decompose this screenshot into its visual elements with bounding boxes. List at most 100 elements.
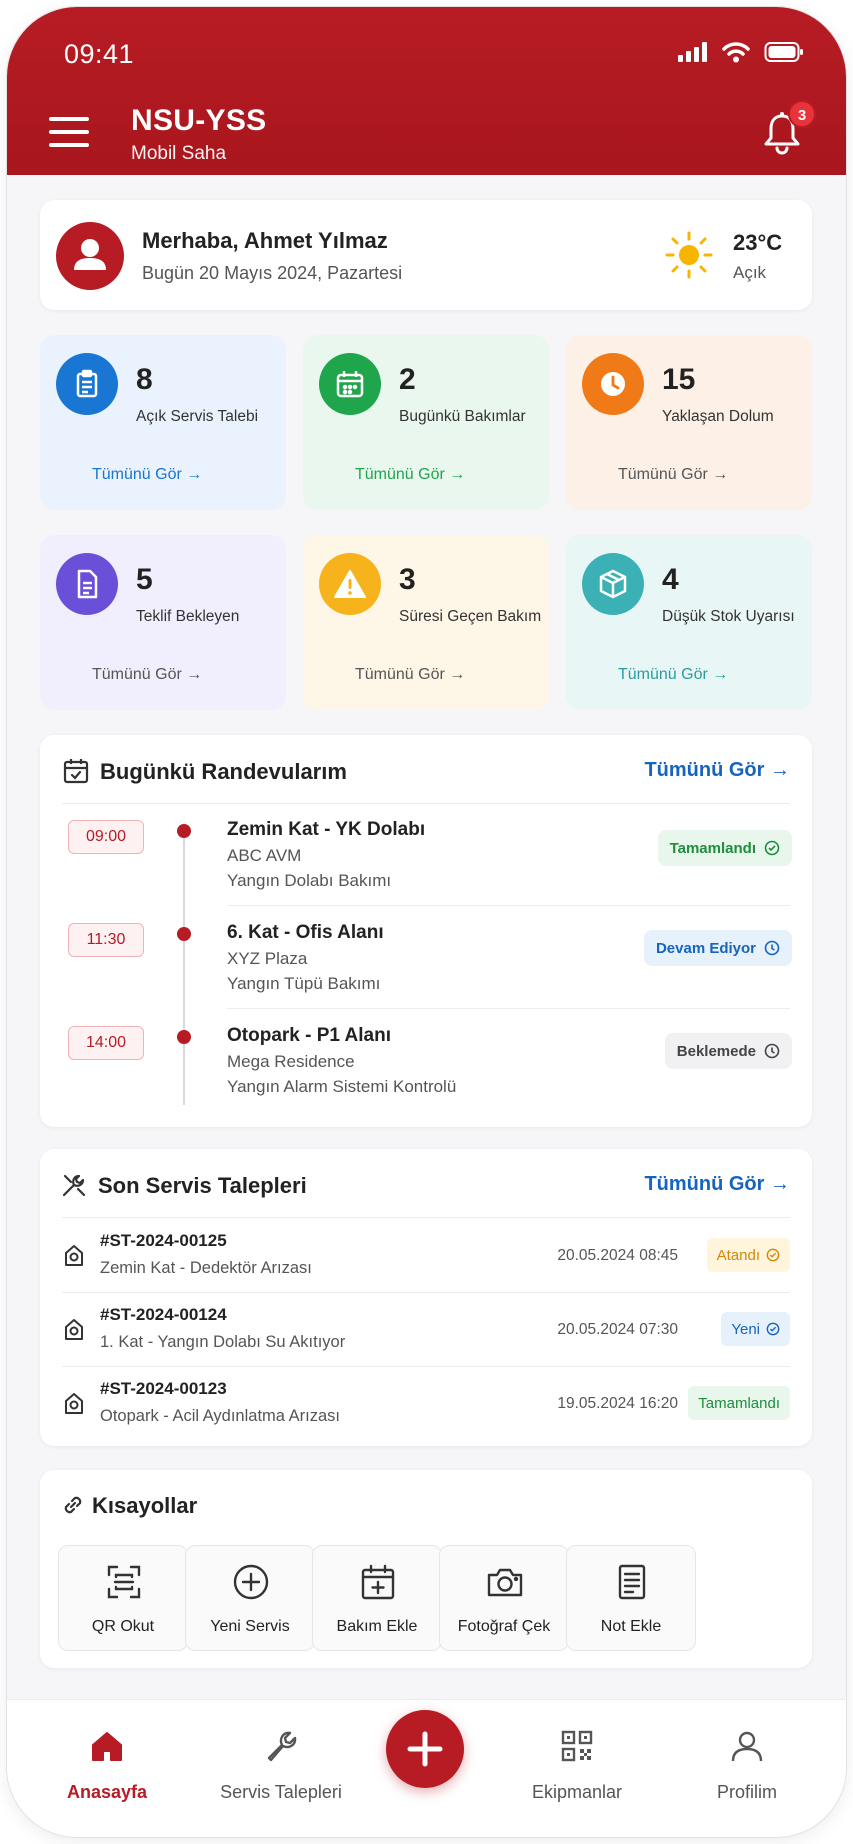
signal-icon <box>678 42 707 62</box>
warning-icon <box>334 570 366 598</box>
timeline-line <box>183 825 185 1105</box>
stat-value: 4 <box>662 563 679 596</box>
request-desc: 1. Kat - Yangın Dolabı Su Akıtıyor <box>100 1333 346 1351</box>
clipboard-icon <box>76 369 98 398</box>
stat-card-low-stock[interactable]: 4 Düşük Stok Uyarısı Tümünü Gör → <box>566 535 812 710</box>
shortcut-label: Bakım Ekle <box>336 1618 418 1635</box>
shortcut-add-maintenance[interactable]: Bakım Ekle <box>312 1545 442 1651</box>
qr-code-icon <box>561 1730 593 1762</box>
app-title: NSU-YSS <box>131 104 267 137</box>
shortcut-take-photo[interactable]: Fotoğraf Çek <box>439 1545 569 1651</box>
user-icon <box>731 1731 763 1762</box>
divider <box>227 905 790 906</box>
status-badge: Devam Ediyor <box>643 930 792 966</box>
tab-profile[interactable]: Profilim <box>672 1726 822 1810</box>
user-icon <box>74 239 106 270</box>
appointment-place: Mega Residence <box>227 1052 355 1071</box>
request-date: 19.05.2024 16:20 <box>557 1395 678 1412</box>
tab-home[interactable]: Anasayfa <box>32 1726 182 1810</box>
stat-icon-bg <box>319 353 381 415</box>
appointment-type: Yangın Alarm Sistemi Kontrolü <box>227 1077 457 1096</box>
stat-card-pending-offers[interactable]: 5 Teklif Bekleyen Tümünü Gör → <box>40 535 286 710</box>
shortcuts-title: Kısayollar <box>92 1493 198 1518</box>
status-icons <box>678 41 804 63</box>
stat-label: Yaklaşan Dolum <box>662 408 774 425</box>
timeline-dot <box>177 824 191 838</box>
appointment-title[interactable]: Otopark - P1 Alanı <box>227 1025 391 1047</box>
greeting-date: Bugün 20 Mayıs 2024, Pazartesi <box>142 263 403 283</box>
stat-card-upcoming-refill[interactable]: 15 Yaklaşan Dolum Tümünü Gör → <box>566 335 812 510</box>
appointment-time: 14:00 <box>68 1026 144 1060</box>
shortcut-label: Fotoğraf Çek <box>457 1618 551 1635</box>
check-circle-icon <box>766 1248 780 1262</box>
check-circle-icon <box>764 840 780 856</box>
status-badge: Tamamlandı <box>657 830 792 866</box>
stat-card-todays-maintenance[interactable]: 2 Bugünkü Bakımlar Tümünü Gör → <box>303 335 549 510</box>
tools-icon <box>62 1174 86 1197</box>
calendar-plus-icon <box>361 1564 395 1600</box>
app-subtitle: Mobil Saha <box>131 143 227 164</box>
app-header: 09:41 NSU-YSS Mobil Saha 3 <box>7 7 846 175</box>
tab-label: Servis Talepleri <box>220 1782 342 1802</box>
status-time: 09:41 <box>64 39 135 69</box>
notification-badge: 3 <box>788 100 816 128</box>
shortcut-qr-scan[interactable]: QR Okut <box>58 1545 188 1651</box>
appointment-type: Yangın Tüpü Bakımı <box>227 974 381 993</box>
stat-value: 8 <box>136 363 153 396</box>
request-desc: Otopark - Acil Aydınlatma Arızası <box>100 1407 340 1425</box>
plus-icon <box>407 1731 443 1767</box>
see-all-link[interactable]: Tümünü Gör → <box>355 666 465 684</box>
status-label: Atandı <box>716 1246 760 1264</box>
status-badge: Yeni <box>721 1312 790 1346</box>
status-badge: Atandı <box>706 1238 790 1272</box>
appointments-see-all[interactable]: Tümünü Gör → <box>644 759 790 782</box>
appointment-title[interactable]: Zemin Kat - YK Dolabı <box>227 819 425 841</box>
see-all-link[interactable]: Tümünü Gör → <box>355 466 465 484</box>
service-request-icon <box>65 1393 83 1414</box>
stat-icon-bg <box>56 553 118 615</box>
timeline-dot <box>177 927 191 941</box>
request-id: #ST-2024-00125 <box>100 1231 227 1250</box>
avatar[interactable] <box>56 222 124 290</box>
stat-icon-bg <box>582 553 644 615</box>
service-request-row[interactable]: #ST-2024-00125 Zemin Kat - Dedektör Arız… <box>40 1219 812 1293</box>
clock-icon <box>601 372 625 396</box>
wrench-icon <box>267 1731 297 1762</box>
stat-card-overdue-maintenance[interactable]: 3 Süresi Geçen Bakım Tümünü Gör → <box>303 535 549 710</box>
plus-circle-icon <box>233 1564 269 1600</box>
temperature: 23°C <box>733 230 783 255</box>
service-requests-card: Son Servis Talepleri Tümünü Gör → #ST-20… <box>40 1149 812 1446</box>
see-all-link[interactable]: Tümünü Gör → <box>92 466 202 484</box>
service-request-row[interactable]: #ST-2024-00124 1. Kat - Yangın Dolabı Su… <box>40 1293 812 1367</box>
request-date: 20.05.2024 08:45 <box>557 1247 678 1264</box>
see-all-link[interactable]: Tümünü Gör → <box>92 666 202 684</box>
appointment-time: 09:00 <box>68 820 144 854</box>
menu-button[interactable] <box>49 117 89 149</box>
stat-icon-bg <box>56 353 118 415</box>
tab-service-requests[interactable]: Servis Talepleri <box>196 1726 366 1810</box>
service-request-row[interactable]: #ST-2024-00123 Otopark - Acil Aydınlatma… <box>40 1367 812 1441</box>
calendar-icon <box>63 759 89 784</box>
clock-icon <box>764 940 780 956</box>
status-badge: Beklemede <box>664 1033 792 1069</box>
see-all-link[interactable]: Tümünü Gör → <box>618 666 728 684</box>
add-fab-button[interactable] <box>386 1710 464 1788</box>
qr-scan-icon <box>107 1565 141 1599</box>
appointment-title[interactable]: 6. Kat - Ofis Alanı <box>227 922 384 944</box>
see-all-link[interactable]: Tümünü Gör → <box>618 466 728 484</box>
stat-card-open-requests[interactable]: 8 Açık Servis Talebi Tümünü Gör → <box>40 335 286 510</box>
camera-icon <box>487 1568 523 1597</box>
appointment-type: Yangın Dolabı Bakımı <box>227 871 392 890</box>
phone-screen: 09:41 NSU-YSS Mobil Saha 3 Merhaba, Ahme… <box>7 7 846 1837</box>
service-request-icon <box>65 1245 83 1266</box>
service-requests-see-all[interactable]: Tümünü Gör → <box>644 1173 790 1196</box>
stat-value: 15 <box>662 363 696 396</box>
check-circle-icon <box>766 1322 780 1336</box>
shortcut-new-service[interactable]: Yeni Servis <box>185 1545 315 1651</box>
stat-value: 5 <box>136 563 153 596</box>
shortcut-add-note[interactable]: Not Ekle <box>566 1545 696 1651</box>
tab-equipment[interactable]: Ekipmanlar <box>502 1726 652 1810</box>
appointment-place: XYZ Plaza <box>227 949 308 968</box>
stat-value: 3 <box>399 563 416 596</box>
stat-value: 2 <box>399 363 416 396</box>
